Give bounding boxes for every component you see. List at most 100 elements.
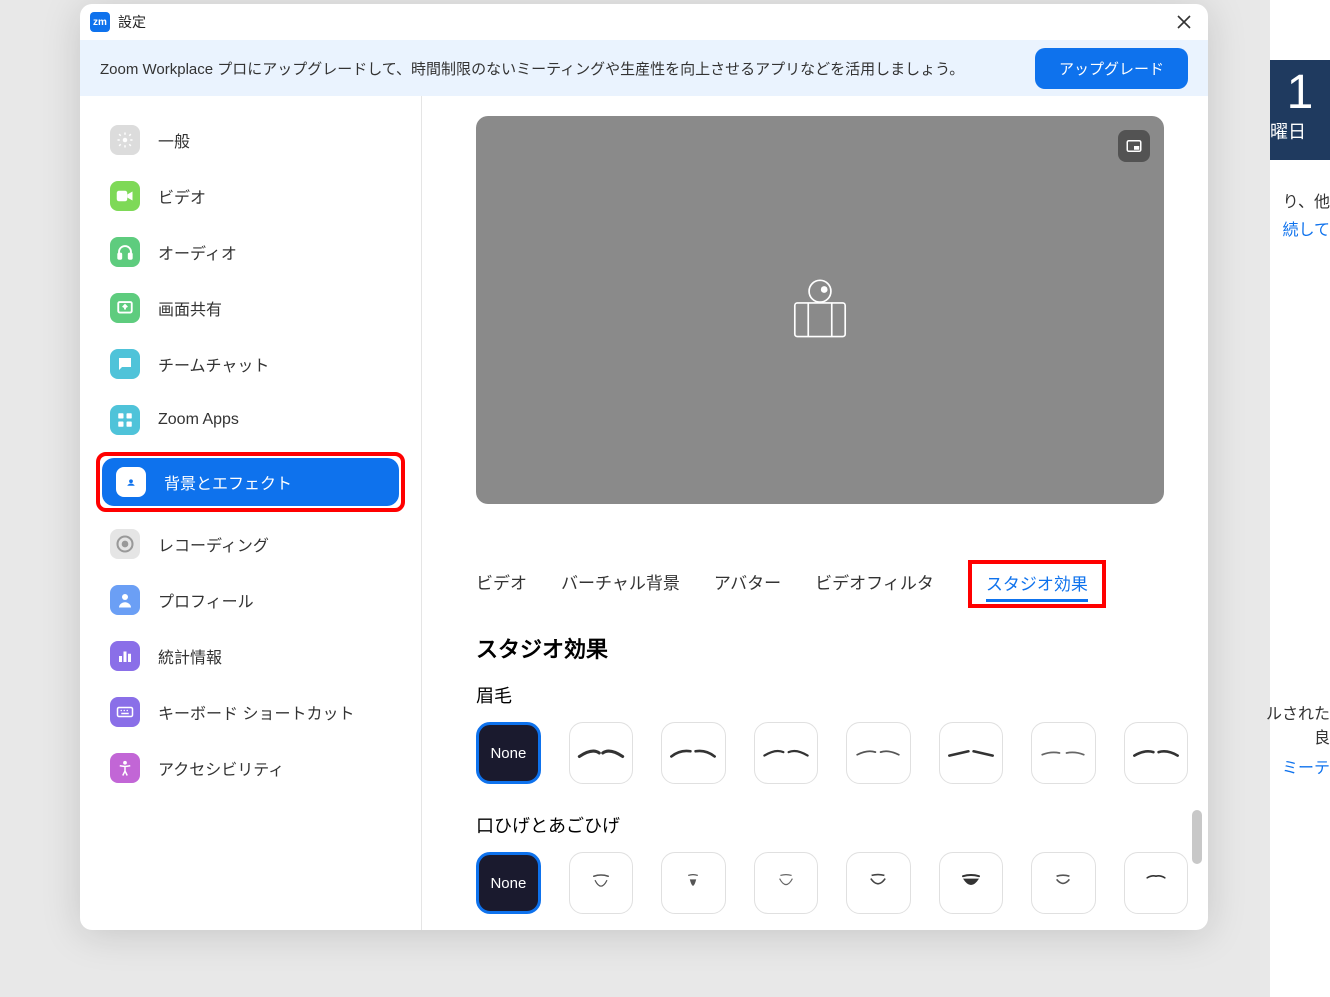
beard-option-4[interactable]: [846, 852, 910, 914]
sidebar-item-video[interactable]: ビデオ: [96, 172, 405, 220]
tab-video-filter[interactable]: ビデオフィルタ: [815, 569, 934, 600]
tab-studio-effects[interactable]: スタジオ効果: [986, 570, 1088, 602]
headphones-icon: [110, 237, 140, 267]
sidebar-item-profile[interactable]: プロフィール: [96, 576, 405, 624]
share-screen-icon: [110, 293, 140, 323]
upgrade-banner: Zoom Workplace プロにアップグレードして、時間制限のないミーティン…: [80, 40, 1208, 96]
eyebrow-option-4[interactable]: [846, 722, 910, 784]
beard-option-7[interactable]: [1124, 852, 1188, 914]
close-button[interactable]: [1170, 8, 1198, 36]
bg-link[interactable]: 続して: [1282, 216, 1330, 240]
sidebar-item-audio[interactable]: オーディオ: [96, 228, 405, 276]
beard-option-2[interactable]: [661, 852, 725, 914]
video-preview: [476, 116, 1164, 504]
beard-option-none[interactable]: None: [476, 852, 541, 914]
sidebar-item-label: Zoom Apps: [158, 411, 239, 429]
sidebar-item-label: 統計情報: [158, 644, 222, 668]
banner-text: Zoom Workplace プロにアップグレードして、時間制限のないミーティン…: [100, 58, 964, 79]
sidebar-item-label: 一般: [158, 128, 190, 152]
beard-icon: [1130, 873, 1182, 893]
sidebar-item-label: 画面共有: [158, 296, 222, 320]
beard-option-1[interactable]: [569, 852, 633, 914]
eyebrow-icon: [1130, 743, 1182, 763]
eyebrows-label: 眉毛: [476, 682, 1188, 708]
beard-icon: [760, 873, 812, 893]
effect-tabs: ビデオ バーチャル背景 アバター ビデオフィルタ スタジオ効果: [476, 560, 1188, 608]
scrollbar[interactable]: [1192, 610, 1202, 910]
highlight-annotation: スタジオ効果: [968, 560, 1106, 608]
eyebrow-icon: [852, 743, 904, 763]
sidebar-item-background-effects[interactable]: 背景とエフェクト: [102, 458, 399, 506]
beard-options: None: [476, 852, 1188, 914]
eyebrow-icon: [945, 743, 997, 763]
scrollbar-thumb[interactable]: [1192, 810, 1202, 864]
eyebrow-icon: [667, 743, 719, 763]
camera-off-icon: [778, 266, 862, 355]
pip-icon: [1125, 137, 1143, 155]
eyebrow-option-3[interactable]: [754, 722, 818, 784]
sidebar-item-label: オーディオ: [158, 240, 237, 264]
eyebrow-icon: [760, 743, 812, 763]
highlight-annotation: 背景とエフェクト: [96, 452, 405, 512]
bg-link[interactable]: ミーテ: [1282, 754, 1330, 778]
sidebar-item-keyboard-shortcuts[interactable]: キーボード ショートカット: [96, 688, 405, 736]
calendar-day: 曜日: [1270, 118, 1330, 144]
chat-icon: [110, 349, 140, 379]
beard-icon: [852, 873, 904, 893]
sidebar-item-accessibility[interactable]: アクセシビリティ: [96, 744, 405, 792]
window-title: 設定: [118, 12, 146, 32]
sidebar-item-zoom-apps[interactable]: Zoom Apps: [96, 396, 405, 444]
eyebrow-option-7[interactable]: [1124, 722, 1188, 784]
beard-option-5[interactable]: [939, 852, 1003, 914]
sidebar-item-label: プロフィール: [158, 588, 254, 612]
bg-text: り、他: [1283, 188, 1330, 212]
sidebar-item-general[interactable]: 一般: [96, 116, 405, 164]
tab-avatar[interactable]: アバター: [714, 569, 781, 600]
tab-video[interactable]: ビデオ: [476, 569, 527, 600]
tab-virtual-background[interactable]: バーチャル背景: [561, 569, 680, 600]
accessibility-icon: [110, 753, 140, 783]
eyebrow-options: None: [476, 722, 1188, 784]
sidebar-item-label: レコーディング: [158, 532, 269, 556]
eyebrow-option-1[interactable]: [569, 722, 633, 784]
titlebar: zm 設定: [80, 4, 1208, 40]
calendar-widget: 1: [1270, 60, 1330, 160]
sidebar-item-statistics[interactable]: 統計情報: [96, 632, 405, 680]
gear-icon: [110, 125, 140, 155]
settings-content: ビデオ バーチャル背景 アバター ビデオフィルタ スタジオ効果 スタジオ効果 眉…: [422, 96, 1208, 930]
sidebar-item-label: 背景とエフェクト: [164, 470, 292, 494]
beard-label: 口ひげとあごひげ: [476, 812, 1188, 838]
eyebrow-option-none[interactable]: None: [476, 722, 541, 784]
sidebar-item-team-chat[interactable]: チームチャット: [96, 340, 405, 388]
keyboard-icon: [110, 697, 140, 727]
apps-icon: [110, 405, 140, 435]
close-icon: [1176, 14, 1192, 30]
beard-option-6[interactable]: [1031, 852, 1095, 914]
section-title: スタジオ効果: [476, 632, 1188, 664]
beard-icon: [667, 873, 719, 893]
bg-text: ルされた 良: [1266, 700, 1330, 748]
settings-sidebar: 一般 ビデオ オーディオ 画面共有 チームチャット Zoom Apps: [80, 96, 422, 930]
sidebar-item-label: キーボード ショートカット: [158, 700, 354, 724]
beard-option-3[interactable]: [754, 852, 818, 914]
eyebrow-option-5[interactable]: [939, 722, 1003, 784]
zoom-logo-icon: zm: [90, 12, 110, 32]
sidebar-item-recording[interactable]: レコーディング: [96, 520, 405, 568]
eyebrow-icon: [1037, 743, 1089, 763]
pip-button[interactable]: [1118, 130, 1150, 162]
background-icon: [116, 467, 146, 497]
beard-icon: [575, 873, 627, 893]
sidebar-item-label: ビデオ: [158, 184, 206, 208]
stats-icon: [110, 641, 140, 671]
eyebrow-option-6[interactable]: [1031, 722, 1095, 784]
upgrade-button[interactable]: アップグレード: [1035, 48, 1188, 89]
eyebrow-option-2[interactable]: [661, 722, 725, 784]
eyebrow-icon: [575, 743, 627, 763]
sidebar-item-label: チームチャット: [158, 352, 269, 376]
video-icon: [110, 181, 140, 211]
sidebar-item-screen-share[interactable]: 画面共有: [96, 284, 405, 332]
beard-icon: [1037, 873, 1089, 893]
settings-modal: zm 設定 Zoom Workplace プロにアップグレードして、時間制限のな…: [80, 4, 1208, 930]
record-icon: [110, 529, 140, 559]
beard-icon: [945, 873, 997, 893]
